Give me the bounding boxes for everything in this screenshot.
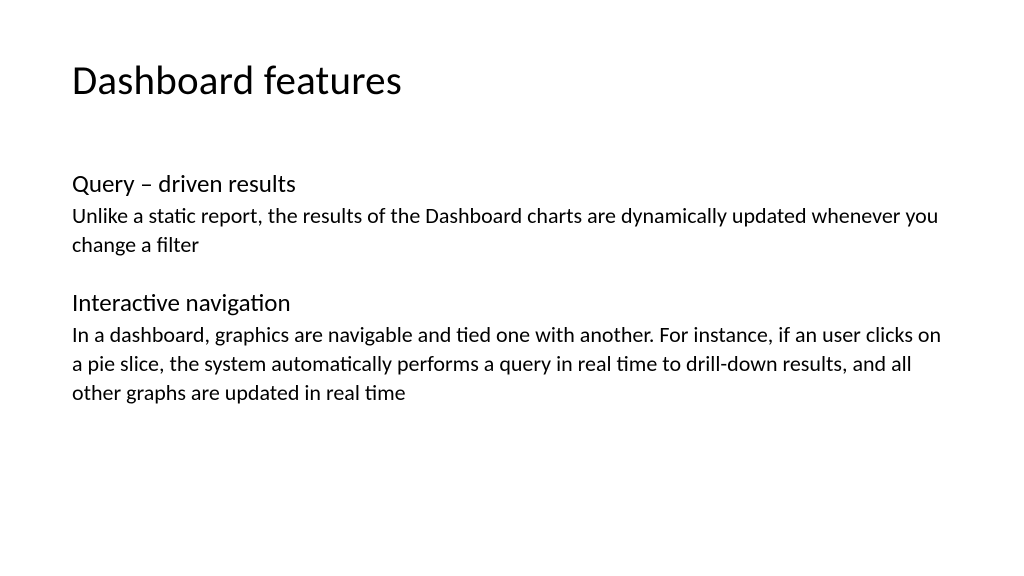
section-query-driven: Query – driven results Unlike a static r… [72,168,952,259]
section-interactive-navigation: Interactive navigation In a dashboard, g… [72,287,952,407]
section-body: In a dashboard, graphics are navigable a… [72,320,952,407]
section-heading: Query – driven results [72,168,952,199]
section-body: Unlike a static report, the results of t… [72,201,952,259]
section-heading: Interactive navigation [72,287,952,318]
slide-title: Dashboard features [72,56,952,106]
